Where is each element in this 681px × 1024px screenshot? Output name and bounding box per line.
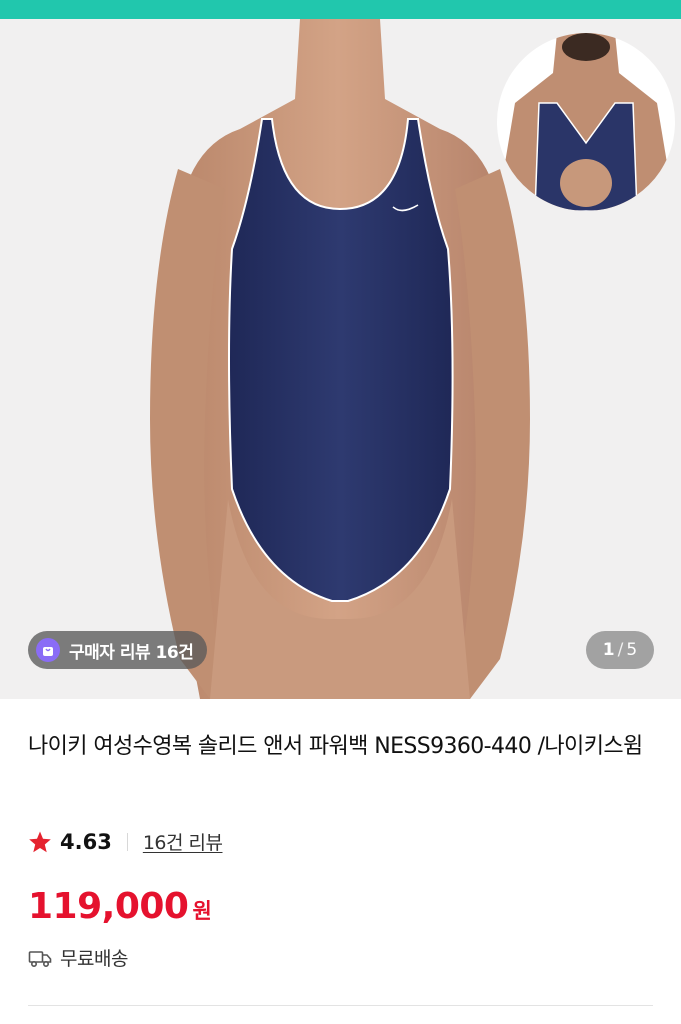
page-separator: /	[617, 640, 624, 660]
product-title: 나이키 여성수영복 솔리드 앤서 파워백 NESS9360-440 /나이키스윔	[28, 734, 643, 759]
price-unit: 원	[192, 899, 212, 923]
image-pager: 1 / 5	[586, 631, 654, 669]
price-value: 119,000	[28, 886, 189, 927]
product-info: 나이키 여성수영복 솔리드 앤서 파워백 NESS9360-440 /나이키스윔…	[28, 728, 653, 970]
shopping-bag-icon	[36, 638, 60, 662]
star-icon	[29, 831, 51, 852]
top-accent-bar	[0, 0, 681, 19]
rating-row: 4.63 16건 리뷰	[28, 828, 223, 855]
buyer-review-chip[interactable]: 구매자 리뷰 16건	[28, 631, 208, 669]
product-image-gallery[interactable]: 구매자 리뷰 16건 1 / 5	[0, 19, 681, 699]
back-view-thumbnail[interactable]	[497, 33, 675, 211]
review-chip-label: 구매자 리뷰 16건	[69, 642, 194, 663]
price-row: 119,000 원	[28, 886, 212, 927]
truck-icon	[28, 950, 52, 967]
rating-divider	[126, 832, 128, 851]
section-divider	[28, 1005, 653, 1006]
shipping-label: 무료배송	[60, 948, 128, 970]
shipping-row: 무료배송	[28, 944, 128, 971]
page-current: 1	[602, 640, 615, 660]
review-count-link[interactable]: 16건 리뷰	[143, 828, 223, 855]
rating-value: 4.63	[60, 829, 112, 854]
back-view-image	[497, 33, 675, 211]
page-total: 5	[626, 640, 638, 660]
